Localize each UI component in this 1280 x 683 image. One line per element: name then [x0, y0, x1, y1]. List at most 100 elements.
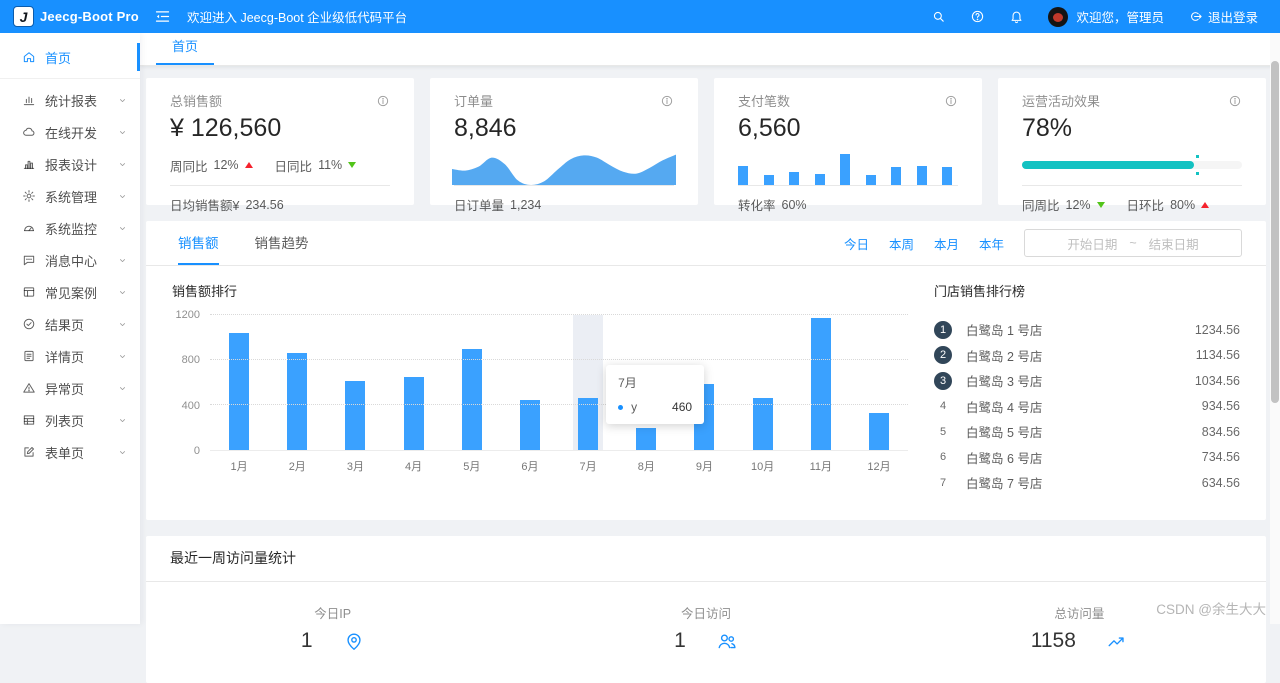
info-icon[interactable]	[944, 94, 958, 108]
store-value: 634.56	[1202, 476, 1240, 490]
mini-bar	[891, 167, 901, 185]
sidebar-item[interactable]: 统计报表	[0, 85, 140, 115]
x-tick-label: 12月	[850, 458, 908, 474]
trend-value: 11%	[318, 158, 342, 172]
chevron-down-icon	[117, 191, 128, 202]
sales-bar-chart: 04008001200 7月 y 460	[172, 315, 908, 474]
tab-sales-amount[interactable]: 销售额	[178, 221, 219, 265]
logout-button[interactable]: 退出登录	[1188, 7, 1258, 26]
ranking-row: 4白鹭岛 4 号店934.56	[934, 394, 1240, 420]
progress-track	[1022, 161, 1242, 169]
sidebar-item-label: 表单页	[45, 443, 84, 462]
sidebar-item[interactable]: 系统管理	[0, 181, 140, 211]
sidebar-item-label: 常见案例	[45, 283, 97, 302]
header-welcome-text: 欢迎进入 Jeecg-Boot 企业级低代码平台	[187, 7, 407, 26]
info-icon[interactable]	[376, 94, 390, 108]
bar[interactable]	[345, 381, 365, 450]
search-icon[interactable]	[931, 9, 946, 24]
vertical-scrollbar[interactable]	[1270, 33, 1280, 624]
x-tick-label: 11月	[792, 458, 850, 474]
stat-card-payments: 支付笔数 6,560 转化率 60%	[714, 78, 982, 205]
bar[interactable]	[753, 398, 773, 450]
y-tick-label: 800	[182, 354, 200, 366]
week-trend: 同周比 12%	[1022, 195, 1105, 214]
card-value: 78%	[1022, 112, 1242, 145]
quick-link[interactable]: 今日	[844, 234, 869, 253]
stat-card-activity: 运营活动效果 78% 同周比 12% 日环比	[998, 78, 1266, 205]
card-title: 支付笔数	[738, 91, 790, 110]
tab-home[interactable]: 首页	[156, 36, 214, 65]
ranking-row: 7白鹭岛 7 号店634.56	[934, 470, 1240, 496]
scrollbar-thumb[interactable]	[1271, 61, 1279, 403]
chevron-down-icon	[117, 159, 128, 170]
date-range-picker[interactable]: 开始日期 ~ 结束日期	[1024, 229, 1242, 257]
bar-column	[850, 315, 908, 450]
sidebar-item-label: 系统管理	[45, 187, 97, 206]
trend-label: 周同比	[170, 156, 208, 175]
sidebar-item[interactable]: 报表设计	[0, 149, 140, 179]
payments-bar-chart	[738, 151, 952, 185]
ranking-row: 5白鹭岛 5 号店834.56	[934, 419, 1240, 445]
x-tick-label: 5月	[443, 458, 501, 474]
caret-up-icon	[245, 162, 253, 168]
quick-link[interactable]: 本月	[934, 234, 959, 253]
stat-card-orders: 订单量 8,846 日订单量 1,234	[430, 78, 698, 205]
sidebar-item[interactable]: 列表页	[0, 405, 140, 435]
bar[interactable]	[520, 400, 540, 450]
quick-link[interactable]: 本年	[979, 234, 1004, 253]
sidebar-item[interactable]: 详情页	[0, 341, 140, 371]
sidebar-item[interactable]: 首页	[0, 42, 140, 72]
bar[interactable]	[636, 428, 656, 451]
card-footer-value: 234.56	[245, 198, 283, 212]
sidebar-item[interactable]: 系统监控	[0, 213, 140, 243]
sidebar-item[interactable]: 表单页	[0, 437, 140, 467]
page-tab-bar: 首页	[140, 33, 1280, 66]
date-quick-links: 今日 本周 本月 本年	[844, 234, 1004, 253]
stat-value: 1	[674, 629, 686, 653]
chevron-down-icon	[117, 223, 128, 234]
info-icon[interactable]	[1228, 94, 1242, 108]
bar[interactable]	[869, 413, 889, 450]
sidebar-item[interactable]: 常见案例	[0, 277, 140, 307]
sidebar-item-label: 在线开发	[45, 123, 97, 142]
bar[interactable]	[462, 349, 482, 450]
y-tick-label: 0	[194, 445, 200, 457]
x-axis: 1月2月3月4月5月6月7月8月9月10月11月12月	[210, 458, 908, 474]
logo-icon: J	[13, 6, 34, 27]
store-name: 白鹭岛 6 号店	[966, 448, 1202, 467]
sales-bar-chart-plot: 7月 y 460	[210, 315, 908, 451]
notification-bell-icon[interactable]	[1009, 9, 1024, 24]
message-icon	[22, 253, 36, 267]
bar[interactable]	[578, 398, 598, 450]
menu-fold-icon[interactable]	[154, 8, 171, 25]
store-name: 白鹭岛 5 号店	[966, 422, 1202, 441]
user-menu[interactable]: 欢迎您，管理员	[1048, 7, 1164, 27]
quick-link[interactable]: 本周	[889, 234, 914, 253]
trend-label: 日同比	[275, 156, 313, 175]
gridline	[210, 314, 908, 315]
rank-badge: 3	[934, 372, 952, 390]
sidebar-item[interactable]: 结果页	[0, 309, 140, 339]
info-icon[interactable]	[660, 94, 674, 108]
ranking-row: 3白鹭岛 3 号店1034.56	[934, 368, 1240, 394]
bar[interactable]	[287, 353, 307, 450]
x-tick-label: 4月	[385, 458, 443, 474]
sidebar-item[interactable]: 消息中心	[0, 245, 140, 275]
bar-column	[385, 315, 443, 450]
help-icon[interactable]	[970, 9, 985, 24]
area-chart-shape	[452, 147, 676, 185]
store-name: 白鹭岛 4 号店	[966, 397, 1202, 416]
sidebar-item[interactable]: 异常页	[0, 373, 140, 403]
orders-area-chart	[454, 145, 674, 185]
tab-sales-trend[interactable]: 销售趋势	[255, 221, 309, 265]
bar[interactable]	[404, 377, 424, 450]
sidebar-item[interactable]: 在线开发	[0, 117, 140, 147]
bar[interactable]	[811, 318, 831, 450]
bar[interactable]	[229, 333, 249, 450]
app-logo[interactable]: J Jeecg-Boot Pro	[0, 6, 140, 27]
caret-down-icon	[348, 162, 356, 168]
gear-icon	[22, 189, 36, 203]
card-footer-label: 转化率	[738, 195, 776, 214]
x-tick-label: 1月	[210, 458, 268, 474]
gridline	[210, 359, 908, 360]
